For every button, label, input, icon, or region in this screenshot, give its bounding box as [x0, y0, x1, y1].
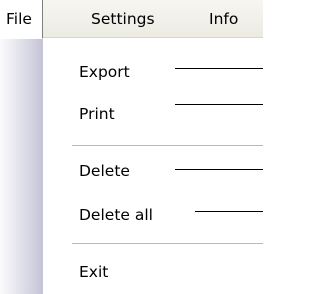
- menu-item-export[interactable]: Export: [79, 61, 130, 83]
- leader-line-print: [175, 104, 263, 105]
- menu-separator: [72, 243, 263, 244]
- menu-item-delete-all[interactable]: Delete all: [79, 204, 153, 226]
- menu-item-exit[interactable]: Exit: [79, 261, 108, 283]
- menu-file[interactable]: File: [0, 0, 43, 39]
- menu-bar: File Settings Info: [0, 0, 263, 39]
- leader-line-delete-all: [195, 211, 263, 212]
- menu-settings[interactable]: Settings: [91, 0, 155, 38]
- menu-icon-gutter: [0, 38, 43, 294]
- leader-line-delete: [175, 169, 263, 170]
- leader-line-export: [175, 68, 263, 69]
- menu-separator: [72, 145, 263, 146]
- menu-item-delete[interactable]: Delete: [79, 160, 130, 182]
- file-dropdown-menu: Export Print Delete Delete all Exit: [0, 38, 263, 294]
- menu-info[interactable]: Info: [209, 0, 238, 38]
- menu-item-print[interactable]: Print: [79, 103, 115, 125]
